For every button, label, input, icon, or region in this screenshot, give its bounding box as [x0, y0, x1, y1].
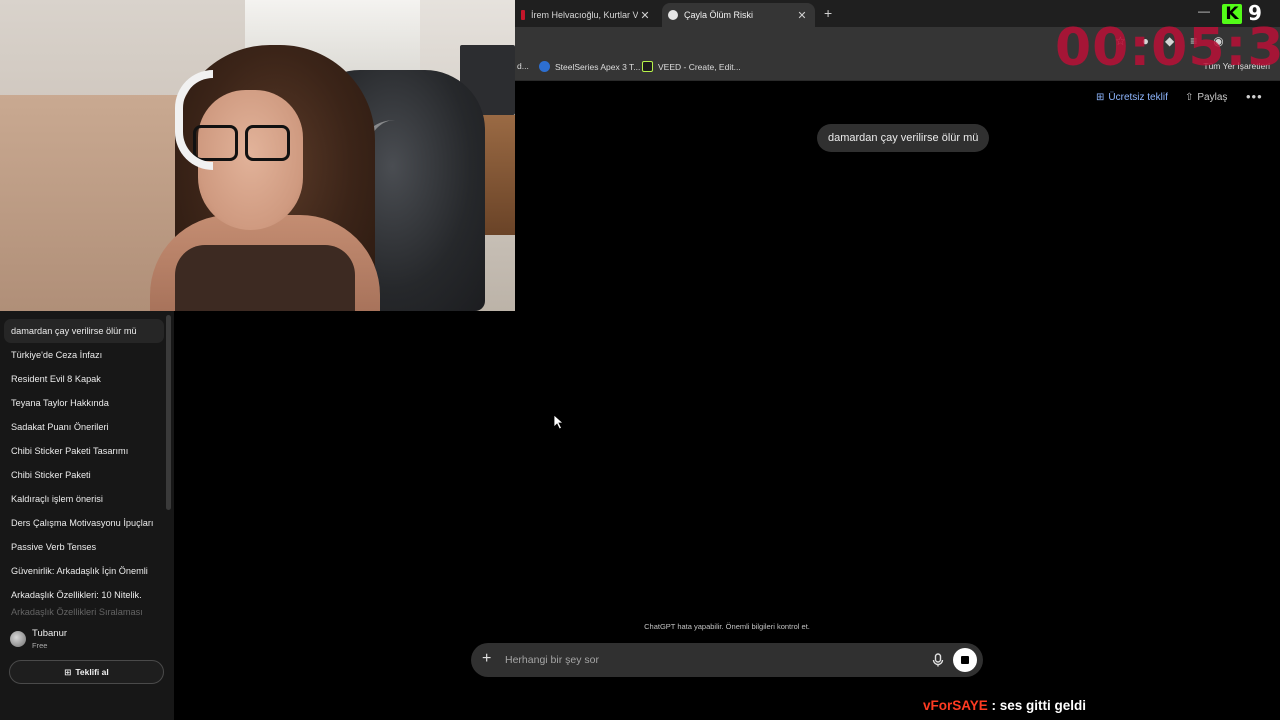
attach-plus-icon[interactable]: + [482, 650, 491, 668]
history-item[interactable]: Arkadaşlık Özellikleri Sıralaması [4, 607, 164, 619]
history-item[interactable]: Güvenirlik: Arkadaşlık İçin Önemli [4, 559, 164, 583]
history-item[interactable]: Chibi Sticker Paketi [4, 463, 164, 487]
steelseries-icon [539, 61, 550, 72]
share-label: Paylaş [1197, 92, 1228, 103]
share-button[interactable]: ⇧ Paylaş [1185, 92, 1227, 103]
tab-label: İrem Helvacıoğlu, Kurtlar Vadisi [531, 10, 638, 20]
message-composer[interactable]: + Herhangi bir şey sor [471, 643, 983, 677]
history-item[interactable]: Resident Evil 8 Kapak [4, 367, 164, 391]
history-item[interactable]: Türkiye'de Ceza İnfazı [4, 343, 164, 367]
composer-placeholder[interactable]: Herhangi bir şey sor [505, 654, 599, 666]
stop-generation-button[interactable] [953, 648, 977, 672]
more-options-icon[interactable]: ••• [1246, 89, 1263, 104]
stream-chat-message: vForSAYE : ses gitti geldi [923, 698, 1086, 713]
stream-timer: 00:05:36 [1055, 18, 1280, 78]
bookmark-veed[interactable]: VEED - Create, Edit... [642, 61, 741, 72]
mouse-cursor-icon [553, 414, 565, 430]
avatar [10, 631, 26, 647]
chatgpt-favicon-icon [668, 10, 678, 20]
history-list: damardan çay verilirse ölür mü Türkiye'd… [4, 319, 164, 619]
get-offer-label: Teklifi al [75, 667, 109, 677]
history-item[interactable]: Passive Verb Tenses [4, 535, 164, 559]
free-offer-button[interactable]: ⊞ Ücretsiz teklif [1096, 92, 1168, 103]
bookmark-item[interactable]: d... [517, 61, 529, 71]
user-profile[interactable]: Tubanur Free [10, 628, 67, 650]
chat-separator: : [987, 698, 1000, 713]
get-offer-button[interactable]: ⊞ Teklifi al [9, 660, 164, 684]
chat-text: ses gitti geldi [999, 698, 1087, 713]
bookmark-label: VEED - Create, Edit... [658, 61, 741, 72]
free-offer-label: Ücretsiz teklif [1108, 92, 1168, 103]
microphone-icon[interactable] [930, 652, 946, 668]
gift-icon: ⊞ [1096, 92, 1105, 103]
share-icon: ⇧ [1185, 92, 1194, 103]
sidebar-scrollbar[interactable] [166, 315, 171, 510]
tab-cayla-olum-riski[interactable]: Çayla Ölüm Riski ✕ [662, 3, 815, 27]
history-item[interactable]: Arkadaşlık Özellikleri: 10 Nitelik. [4, 583, 164, 607]
gift-icon: ⊞ [64, 666, 72, 677]
tab-close-icon[interactable]: ✕ [638, 9, 652, 22]
tab-favicon-icon [521, 10, 525, 20]
bookmark-label: d... [517, 61, 529, 71]
history-item[interactable]: Kaldıraçlı işlem önerisi [4, 487, 164, 511]
webcam-overlay [0, 0, 515, 311]
history-item[interactable]: Teyana Taylor Hakkında [4, 391, 164, 415]
bookmark-label: SteelSeries Apex 3 T... [555, 61, 641, 72]
user-name: Tubanur [32, 628, 68, 639]
veed-icon [642, 61, 653, 72]
minimize-icon[interactable]: — [1198, 4, 1210, 18]
webcam-streamer-top [175, 245, 355, 311]
history-item[interactable]: damardan çay verilirse ölür mü [4, 319, 164, 343]
user-plan: Free [32, 641, 48, 650]
new-tab-icon[interactable]: + [824, 5, 832, 21]
bookmark-steelseries[interactable]: SteelSeries Apex 3 T... [539, 61, 640, 72]
history-item[interactable]: Chibi Sticker Paketi Tasarımı [4, 439, 164, 463]
history-item[interactable]: Ders Çalışma Motivasyonu İpuçları [4, 511, 164, 535]
tab-label: Çayla Ölüm Riski [684, 10, 754, 20]
chat-history-sidebar: damardan çay verilirse ölür mü Türkiye'd… [0, 311, 174, 720]
tab-close-icon[interactable]: ✕ [795, 9, 809, 22]
tab-irem[interactable]: İrem Helvacıoğlu, Kurtlar Vadisi ✕ [515, 3, 658, 27]
history-item[interactable]: Sadakat Puanı Önerileri [4, 415, 164, 439]
disclaimer-text: ChatGPT hata yapabilir. Önemli bilgileri… [644, 622, 810, 631]
chat-username: vForSAYE [923, 698, 988, 713]
user-message-bubble: damardan çay verilirse ölür mü [817, 124, 990, 152]
